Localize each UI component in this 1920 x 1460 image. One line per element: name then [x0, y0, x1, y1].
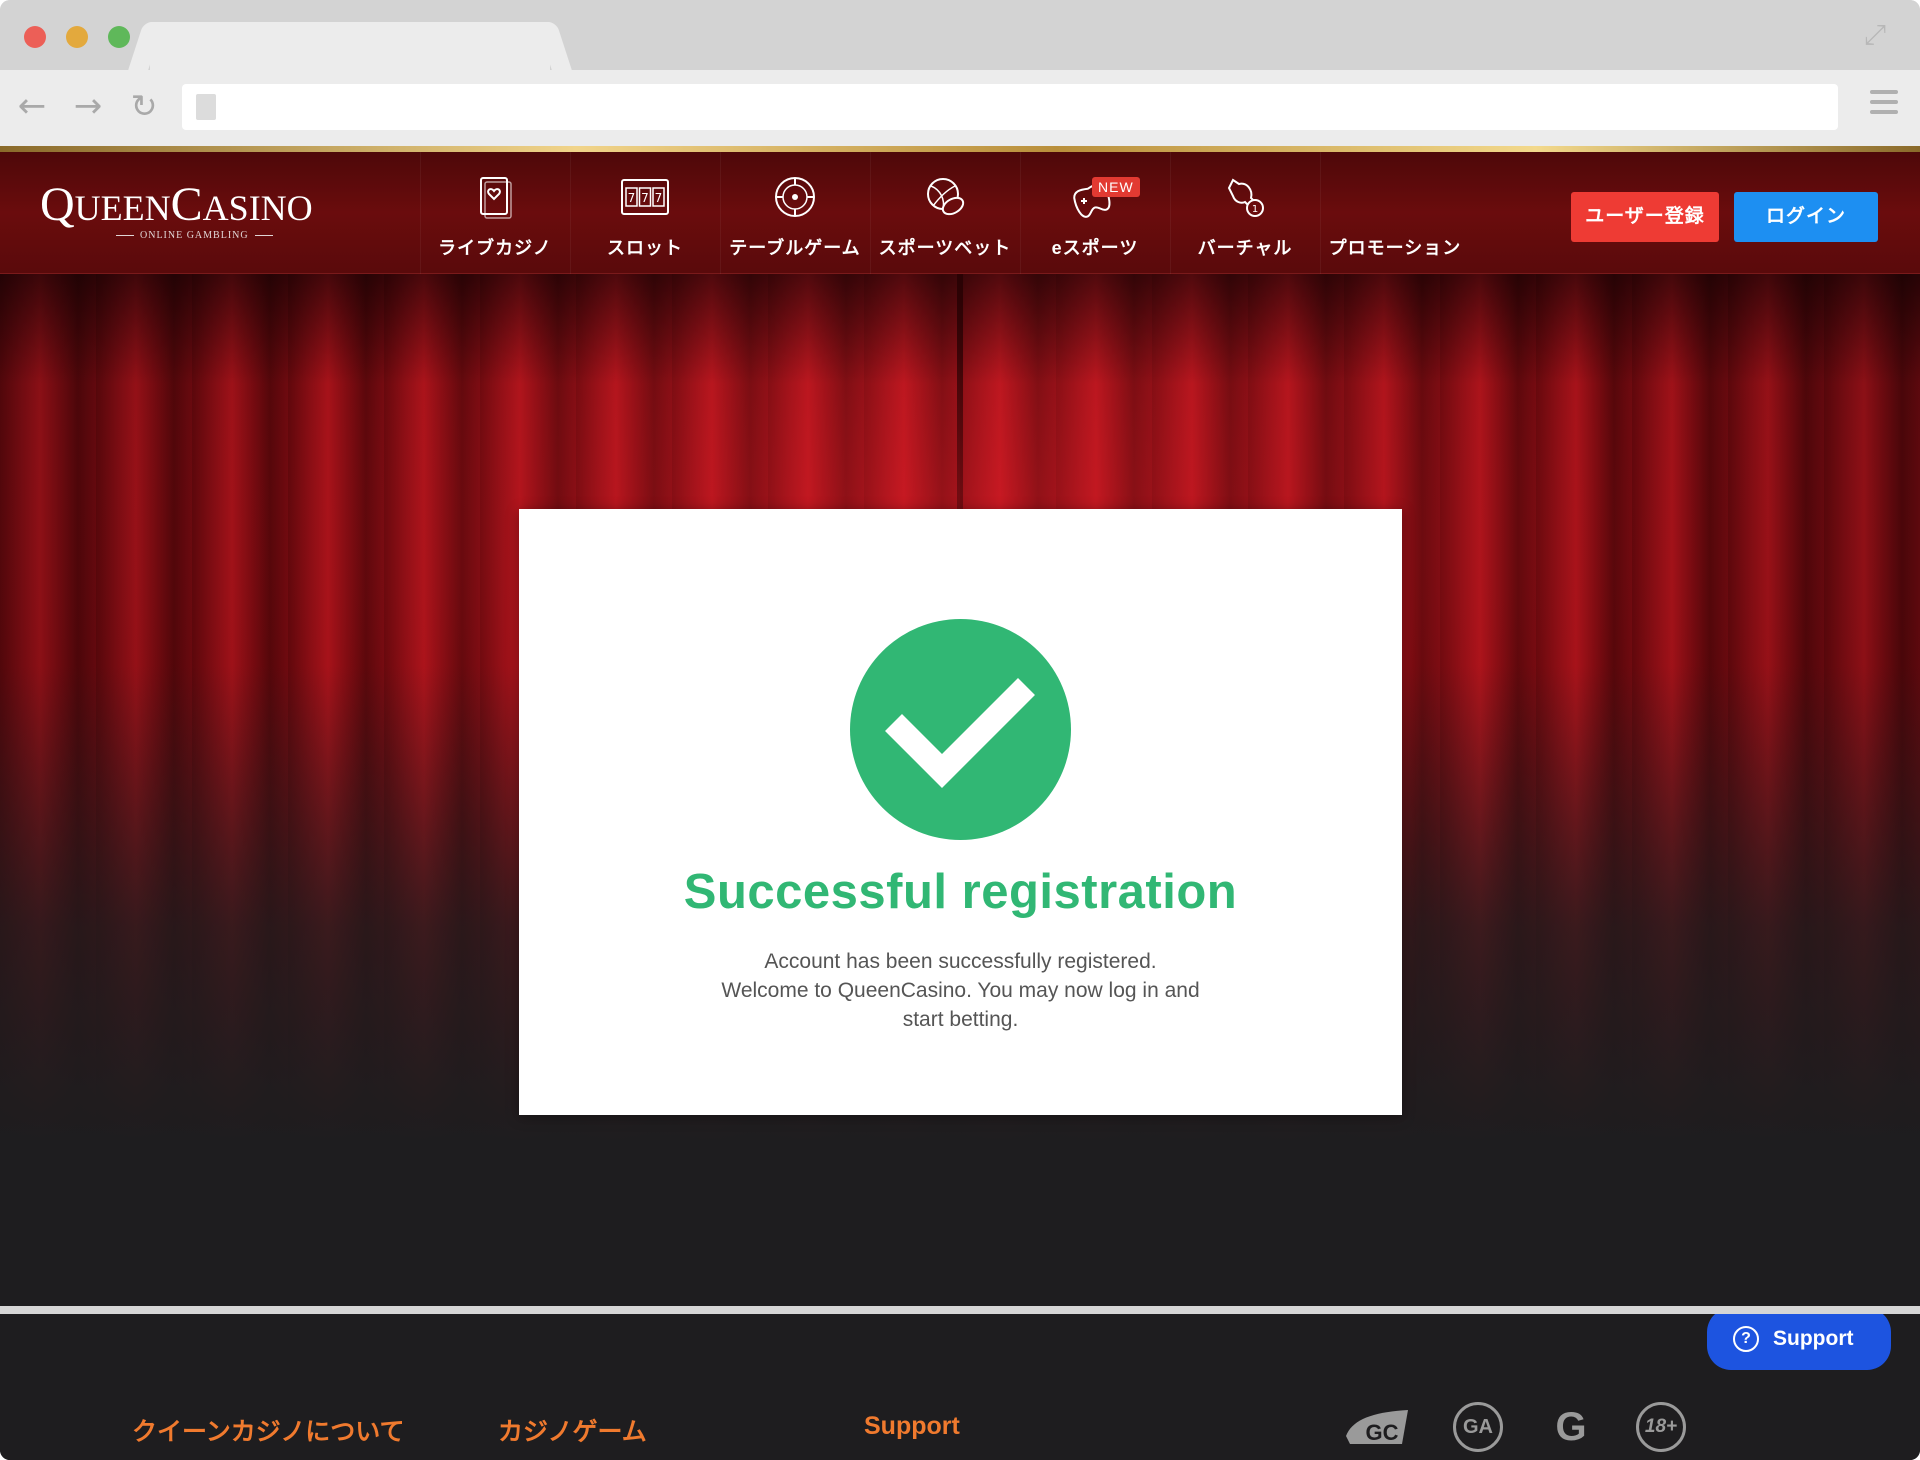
registration-success-card: Successful registration Account has been… — [519, 509, 1402, 1115]
horse-icon: 1 — [1227, 178, 1264, 217]
roulette-icon — [775, 177, 815, 217]
success-check-icon — [850, 619, 1071, 840]
help-icon: ? — [1733, 1326, 1759, 1352]
maximize-window-button[interactable] — [108, 26, 130, 48]
nav-item-live-casino[interactable]: ライブカジノ — [420, 152, 570, 274]
gc-logo: GC — [1342, 1402, 1412, 1452]
page-content: QUEENCASINO ONLINE GAMBLING ライブカジノ 777 ス… — [0, 146, 1920, 1460]
browser-tab[interactable] — [150, 22, 550, 70]
nav-item-esports[interactable]: NEW eスポーツ — [1020, 152, 1170, 274]
minimize-window-button[interactable] — [66, 26, 88, 48]
svg-text:7: 7 — [655, 191, 663, 205]
site-header: QUEENCASINO ONLINE GAMBLING ライブカジノ 777 ス… — [0, 152, 1920, 274]
nav-item-slots[interactable]: 777 スロット — [570, 152, 720, 274]
nav-item-table-games[interactable]: テーブルゲーム — [720, 152, 870, 274]
forward-arrow-icon[interactable]: → — [68, 86, 108, 126]
register-button[interactable]: ユーザー登録 — [1571, 192, 1719, 242]
sports-ball-icon — [927, 178, 965, 216]
browser-bottom-edge — [0, 1306, 1920, 1314]
svg-text:7: 7 — [628, 191, 636, 205]
nav-item-promotions[interactable]: プロモーション — [1320, 152, 1470, 274]
success-message: Account has been successfully registered… — [721, 950, 1200, 1031]
slot-machine-icon: 777 — [621, 179, 669, 215]
support-button[interactable]: ? Support — [1707, 1308, 1891, 1370]
close-window-button[interactable] — [24, 26, 46, 48]
footer-link-casino-games[interactable]: カジノゲーム — [498, 1412, 647, 1448]
svg-text:1: 1 — [1252, 204, 1258, 215]
svg-text:GC: GC — [1366, 1420, 1399, 1445]
fullscreen-icon[interactable]: ⤢ — [1860, 20, 1890, 50]
footer-link-about[interactable]: クイーンカジノについて — [132, 1412, 405, 1448]
login-button[interactable]: ログイン — [1734, 192, 1878, 242]
g-logo: G — [1555, 1405, 1587, 1449]
browser-window: ⤢ ← → ↻ QUEENCASINO ONLINE GAMBLING ライブカ… — [0, 0, 1920, 1460]
queencasino-logo[interactable]: QUEENCASINO ONLINE GAMBLING — [40, 180, 330, 242]
ga-logo: GA — [1453, 1402, 1503, 1452]
browser-titlebar: ⤢ — [0, 0, 1920, 70]
svg-text:7: 7 — [641, 191, 649, 205]
success-title: Successful registration — [683, 865, 1238, 919]
page-icon — [196, 94, 216, 120]
footer-link-support[interactable]: Support — [864, 1412, 960, 1441]
hamburger-menu-icon[interactable] — [1870, 90, 1898, 116]
card-icon — [480, 177, 512, 219]
nav-item-sports-bet[interactable]: スポーツベット — [870, 152, 1020, 274]
new-badge: NEW — [1092, 177, 1140, 197]
reload-icon[interactable]: ↻ — [124, 86, 164, 126]
logo-tagline: ONLINE GAMBLING — [110, 230, 279, 241]
back-arrow-icon[interactable]: ← — [12, 86, 52, 126]
browser-toolbar: ← → ↻ — [0, 70, 1920, 146]
address-bar[interactable] — [182, 84, 1838, 130]
age-18-logo: 18+ — [1636, 1402, 1686, 1452]
nav-item-virtual[interactable]: 1 バーチャル — [1170, 152, 1320, 274]
